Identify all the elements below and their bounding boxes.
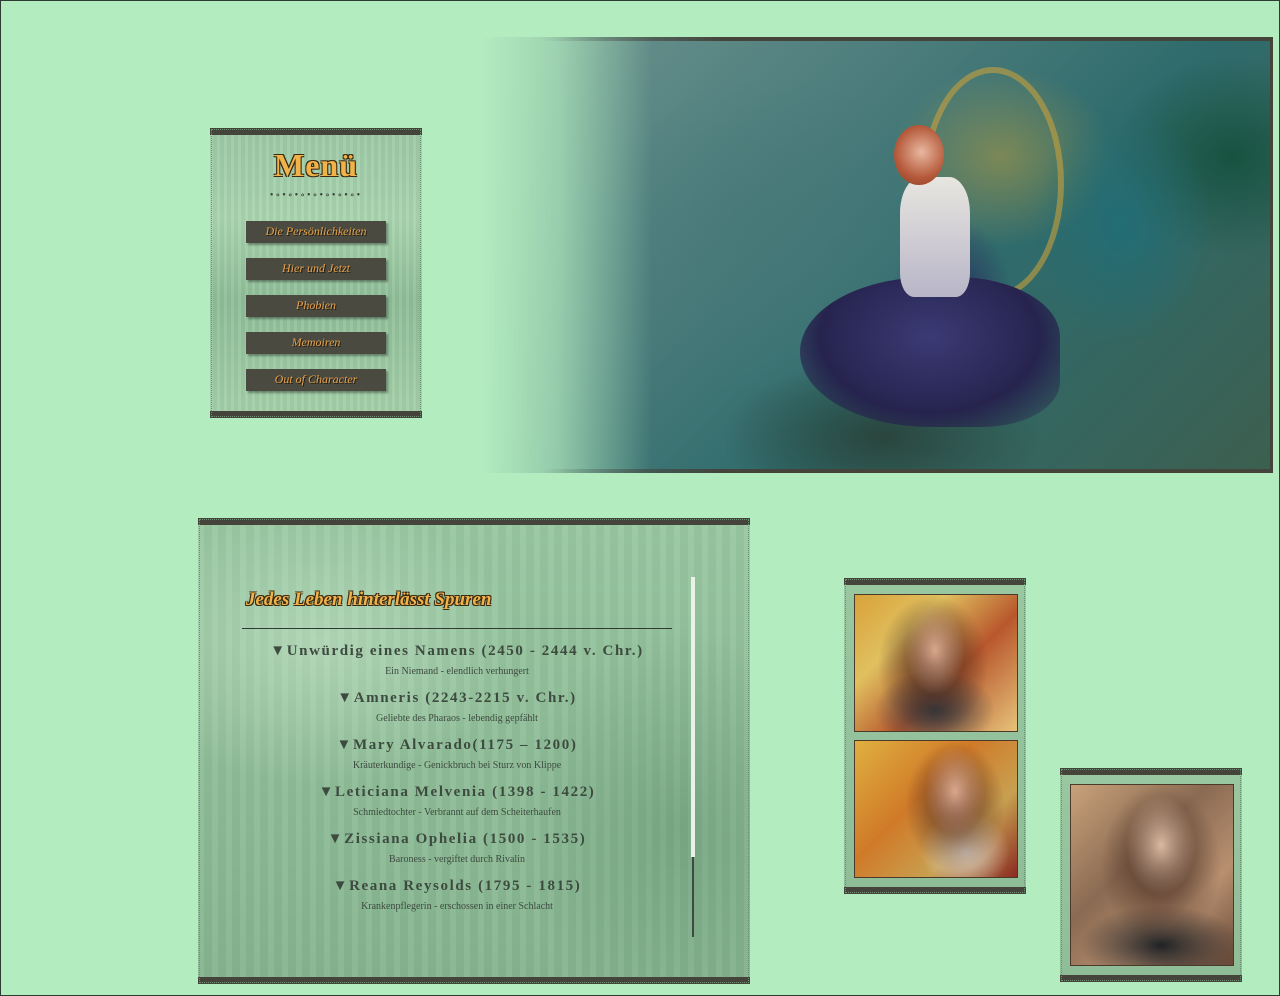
entry-description: Ein Niemand - elendlich verhungert: [385, 666, 529, 677]
list-item[interactable]: ▼Unwürdig eines Namens (2450 - 2444 v. C…: [242, 641, 672, 679]
banner-border-right: [1270, 37, 1273, 473]
menu-item-memoiren[interactable]: Memoiren: [246, 332, 386, 354]
banner-figure-head: [894, 125, 944, 185]
character-photo-autumn: [854, 594, 1018, 732]
menu-panel: Menü •∘•∘•∘•∘•∘•∘•∘• Die Persönlichkeite…: [210, 128, 422, 418]
entry-description: Baroness - vergiftet durch Rivalin: [389, 854, 525, 865]
banner-figure-body: [900, 177, 970, 297]
photo-frame-single: [1060, 768, 1242, 982]
banner-figure-dress: [800, 277, 1060, 427]
list-item[interactable]: ▼Mary Alvarado(1175 – 1200) Kräuterkundi…: [242, 735, 672, 773]
menu-item-out-of-character[interactable]: Out of Character: [246, 369, 386, 391]
story-scrollbar-thumb[interactable]: [691, 577, 695, 857]
list-item[interactable]: ▼Reana Reysolds (1795 - 1815) Krankenpfl…: [242, 876, 672, 914]
header-banner-image: [482, 37, 1273, 473]
entry-name[interactable]: ▼Unwürdig eines Namens (2450 - 2444 v. C…: [242, 641, 672, 661]
banner-border-bottom: [542, 469, 1273, 473]
entry-name[interactable]: ▼Leticiana Melvenia (1398 - 1422): [242, 782, 672, 802]
entry-name[interactable]: ▼Mary Alvarado(1175 – 1200): [242, 735, 672, 755]
list-item[interactable]: ▼Zissiana Ophelia (1500 - 1535) Baroness…: [242, 829, 672, 867]
story-heading: Jedes Leben hinterlässt Spuren: [246, 589, 492, 610]
entry-description: Kräuterkundige - Genickbruch bei Sturz v…: [352, 760, 562, 771]
story-divider: [242, 628, 672, 629]
character-photo-portrait: [1070, 784, 1234, 966]
banner-fade: [482, 37, 652, 473]
entry-description: Krankenpflegerin - erschossen in einer S…: [361, 901, 553, 912]
entry-name[interactable]: ▼Amneris (2243-2215 v. Chr.): [242, 688, 672, 708]
story-list[interactable]: ▼Unwürdig eines Namens (2450 - 2444 v. C…: [242, 641, 672, 941]
entry-name[interactable]: ▼Reana Reysolds (1795 - 1815): [242, 876, 672, 896]
story-panel: Jedes Leben hinterlässt Spuren ▼Unwürdig…: [198, 518, 750, 984]
photo-frame-double: [844, 578, 1026, 894]
entry-description: Schmiedtochter - Verbrannt auf dem Schei…: [353, 807, 561, 818]
character-photo-profile: [854, 740, 1018, 878]
menu-item-die-persoenlichkeiten[interactable]: Die Persönlichkeiten: [246, 221, 386, 243]
entry-name[interactable]: ▼Zissiana Ophelia (1500 - 1535): [242, 829, 672, 849]
menu-ornament: •∘•∘•∘•∘•∘•∘•∘•: [269, 190, 363, 201]
list-item[interactable]: ▼Amneris (2243-2215 v. Chr.) Geliebte de…: [242, 688, 672, 726]
menu-item-phobien[interactable]: Phobien: [246, 295, 386, 317]
menu-title: Menü: [274, 147, 358, 183]
list-item[interactable]: ▼Leticiana Melvenia (1398 - 1422) Schmie…: [242, 782, 672, 820]
banner-border-top: [542, 37, 1273, 41]
entry-description: Geliebte des Pharaos - lebendig gepfählt: [376, 713, 538, 724]
menu-item-hier-und-jetzt[interactable]: Hier und Jetzt: [246, 258, 386, 280]
